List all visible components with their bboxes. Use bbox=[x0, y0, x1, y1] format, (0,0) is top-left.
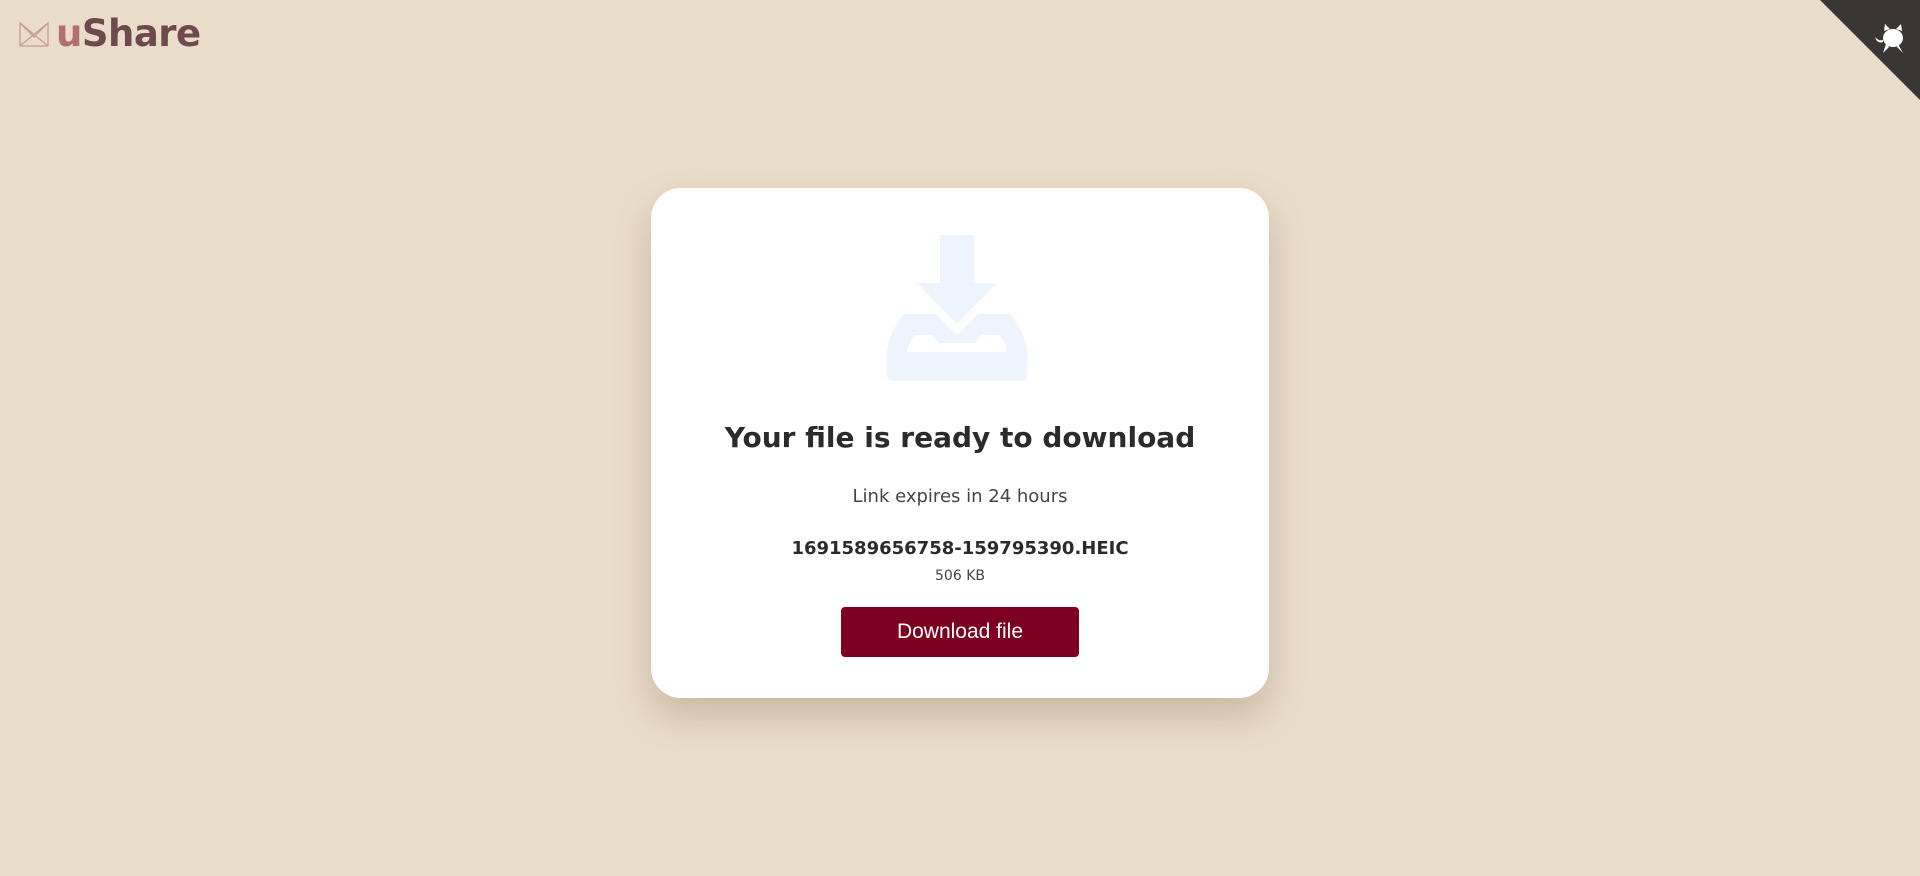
brand-name: uShare bbox=[56, 14, 201, 54]
brand-name-suffix: Share bbox=[81, 12, 201, 55]
download-card: Your file is ready to download Link expi… bbox=[651, 188, 1269, 698]
link-expiry-text: Link expires in 24 hours bbox=[852, 486, 1068, 507]
page-title: Your file is ready to download bbox=[724, 421, 1196, 454]
brand-name-prefix: u bbox=[56, 12, 82, 55]
ushare-logo-icon bbox=[19, 21, 49, 47]
download-file-button[interactable]: Download file bbox=[841, 607, 1079, 657]
file-name: 1691589656758-159795390.HEIC bbox=[791, 538, 1129, 559]
file-size: 506 KB bbox=[935, 568, 985, 584]
github-corner-link[interactable] bbox=[1820, 0, 1920, 100]
download-tray-icon bbox=[886, 235, 1028, 381]
github-octocat-icon bbox=[1820, 0, 1920, 100]
brand-logo[interactable]: uShare bbox=[18, 14, 201, 54]
